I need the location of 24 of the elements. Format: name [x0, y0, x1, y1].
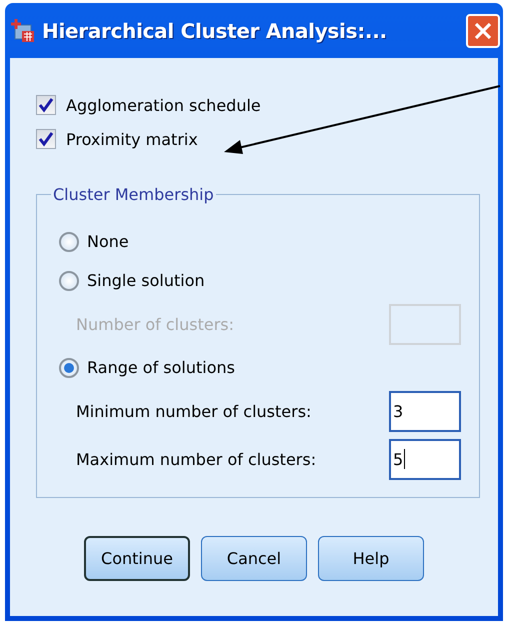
checkbox[interactable]	[36, 95, 56, 115]
field-label: Maximum number of clusters:	[76, 450, 316, 468]
dialog-button[interactable]: Cancel	[201, 536, 307, 581]
radio-label: Single solution	[87, 271, 205, 290]
checkbox-label: Proximity matrix	[66, 130, 198, 148]
checkbox-label: Agglomeration schedule	[66, 96, 261, 114]
table-icon	[10, 18, 36, 44]
input-field[interactable]	[389, 304, 461, 344]
radio-button[interactable]	[59, 270, 79, 290]
input-field[interactable]: 5	[389, 438, 461, 480]
dialog-button[interactable]: Continue	[84, 536, 190, 581]
input-field[interactable]: 3	[389, 390, 461, 432]
dialog-button[interactable]: Help	[318, 536, 424, 581]
checkbox[interactable]	[36, 129, 56, 149]
close-icon	[473, 20, 493, 40]
radio-label: Range of solutions	[87, 358, 235, 377]
group-title: Cluster Membership	[52, 185, 215, 204]
field-label: Number of clusters:	[76, 314, 234, 334]
close-button[interactable]	[466, 14, 500, 48]
field-label: Minimum number of clusters:	[76, 402, 312, 420]
radio-button[interactable]	[59, 232, 79, 252]
radio-label: None	[87, 232, 129, 251]
radio-button[interactable]	[59, 358, 79, 378]
window-title: Hierarchical Cluster Analysis:...	[42, 18, 388, 42]
